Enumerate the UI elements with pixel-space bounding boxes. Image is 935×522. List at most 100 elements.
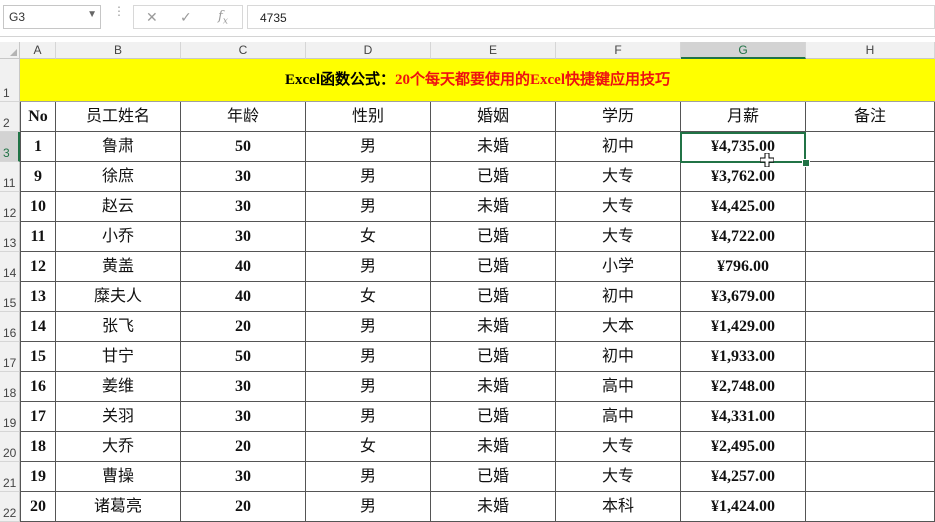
cell-name[interactable]: 小乔 <box>56 222 181 252</box>
row-header-13[interactable]: 13 <box>0 222 20 252</box>
cell-marital[interactable]: 已婚 <box>431 402 556 432</box>
column-header-f[interactable]: F <box>556 42 681 59</box>
cell-no[interactable]: 10 <box>20 192 56 222</box>
cell-no[interactable]: 13 <box>20 282 56 312</box>
header-cell-marital[interactable]: 婚姻 <box>431 102 556 132</box>
fill-handle[interactable] <box>802 159 810 167</box>
cell-remarks[interactable] <box>806 462 935 492</box>
cell-name[interactable]: 鲁肃 <box>56 132 181 162</box>
cell-age[interactable]: 50 <box>181 132 306 162</box>
cell-salary[interactable]: ¥4,331.00 <box>681 402 806 432</box>
cell-age[interactable]: 30 <box>181 192 306 222</box>
drag-handle-icon[interactable]: ⋮ <box>113 5 125 17</box>
row-header-20[interactable]: 20 <box>0 432 20 462</box>
cell-age[interactable]: 30 <box>181 402 306 432</box>
cell-gender[interactable]: 男 <box>306 162 431 192</box>
row-header-1[interactable]: 1 <box>0 59 20 102</box>
cell-salary[interactable]: ¥4,257.00 <box>681 462 806 492</box>
cell-marital[interactable]: 未婚 <box>431 492 556 522</box>
cell-no[interactable]: 18 <box>20 432 56 462</box>
header-cell-salary[interactable]: 月薪 <box>681 102 806 132</box>
column-header-d[interactable]: D <box>306 42 431 59</box>
cell-gender[interactable]: 女 <box>306 432 431 462</box>
cell-remarks[interactable] <box>806 252 935 282</box>
cell-marital[interactable]: 未婚 <box>431 432 556 462</box>
cell-salary[interactable]: ¥1,933.00 <box>681 342 806 372</box>
cell-salary[interactable]: ¥1,429.00 <box>681 312 806 342</box>
cell-marital[interactable]: 已婚 <box>431 162 556 192</box>
cell-name[interactable]: 糜夫人 <box>56 282 181 312</box>
cell-no[interactable]: 20 <box>20 492 56 522</box>
cell-gender[interactable]: 男 <box>306 402 431 432</box>
cell-no[interactable]: 1 <box>20 132 56 162</box>
cell-age[interactable]: 20 <box>181 312 306 342</box>
cell-name[interactable]: 赵云 <box>56 192 181 222</box>
cell-remarks[interactable] <box>806 222 935 252</box>
cell-age[interactable]: 40 <box>181 282 306 312</box>
cell-salary[interactable]: ¥4,722.00 <box>681 222 806 252</box>
row-header-11[interactable]: 11 <box>0 162 20 192</box>
row-header-12[interactable]: 12 <box>0 192 20 222</box>
cell-age[interactable]: 30 <box>181 162 306 192</box>
cell-name[interactable]: 关羽 <box>56 402 181 432</box>
cell-age[interactable]: 30 <box>181 462 306 492</box>
cell-education[interactable]: 初中 <box>556 132 681 162</box>
row-header-15[interactable]: 15 <box>0 282 20 312</box>
cell-remarks[interactable] <box>806 132 935 162</box>
cell-salary[interactable]: ¥2,748.00 <box>681 372 806 402</box>
cell-remarks[interactable] <box>806 372 935 402</box>
cell-remarks[interactable] <box>806 342 935 372</box>
cell-marital[interactable]: 未婚 <box>431 372 556 402</box>
row-header-2[interactable]: 2 <box>0 102 20 132</box>
cell-education[interactable]: 高中 <box>556 372 681 402</box>
cell-education[interactable]: 本科 <box>556 492 681 522</box>
cancel-icon[interactable]: ✕ <box>146 9 158 26</box>
cell-age[interactable]: 20 <box>181 432 306 462</box>
cell-marital[interactable]: 已婚 <box>431 252 556 282</box>
cell-gender[interactable]: 女 <box>306 282 431 312</box>
select-all-button[interactable] <box>0 42 20 59</box>
column-header-a[interactable]: A <box>20 42 56 59</box>
cell-name[interactable]: 甘宁 <box>56 342 181 372</box>
cell-salary[interactable]: ¥2,495.00 <box>681 432 806 462</box>
cell-education[interactable]: 初中 <box>556 342 681 372</box>
row-header-17[interactable]: 17 <box>0 342 20 372</box>
row-header-3[interactable]: 3 <box>0 132 20 162</box>
cell-age[interactable]: 30 <box>181 222 306 252</box>
cell-remarks[interactable] <box>806 402 935 432</box>
header-cell-gender[interactable]: 性别 <box>306 102 431 132</box>
cell-name[interactable]: 徐庶 <box>56 162 181 192</box>
row-header-14[interactable]: 14 <box>0 252 20 282</box>
title-cell[interactable]: Excel函数公式：20个每天都要使用的Excel快捷键应用技巧 <box>20 59 935 102</box>
cell-marital[interactable]: 已婚 <box>431 282 556 312</box>
cell-gender[interactable]: 男 <box>306 462 431 492</box>
cell-name[interactable]: 黄盖 <box>56 252 181 282</box>
cell-gender[interactable]: 男 <box>306 312 431 342</box>
row-header-19[interactable]: 19 <box>0 402 20 432</box>
cell-name[interactable]: 曹操 <box>56 462 181 492</box>
cell-education[interactable]: 大专 <box>556 222 681 252</box>
row-header-22[interactable]: 22 <box>0 492 20 522</box>
column-header-b[interactable]: B <box>56 42 181 59</box>
cell-no[interactable]: 19 <box>20 462 56 492</box>
cell-gender[interactable]: 男 <box>306 342 431 372</box>
cell-marital[interactable]: 未婚 <box>431 312 556 342</box>
cell-marital[interactable]: 未婚 <box>431 192 556 222</box>
cell-no[interactable]: 11 <box>20 222 56 252</box>
row-header-16[interactable]: 16 <box>0 312 20 342</box>
cell-no[interactable]: 14 <box>20 312 56 342</box>
cell-salary[interactable]: ¥3,679.00 <box>681 282 806 312</box>
fx-icon[interactable]: fx <box>218 9 228 27</box>
row-header-21[interactable]: 21 <box>0 462 20 492</box>
header-cell-remarks[interactable]: 备注 <box>806 102 935 132</box>
cell-gender[interactable]: 男 <box>306 372 431 402</box>
cell-age[interactable]: 50 <box>181 342 306 372</box>
cell-marital[interactable]: 已婚 <box>431 222 556 252</box>
name-box[interactable]: G3 ▼ <box>3 5 101 29</box>
cell-remarks[interactable] <box>806 432 935 462</box>
cell-age[interactable]: 30 <box>181 372 306 402</box>
cell-remarks[interactable] <box>806 282 935 312</box>
chevron-down-icon[interactable]: ▼ <box>87 9 97 20</box>
column-header-h[interactable]: H <box>806 42 935 59</box>
cell-age[interactable]: 40 <box>181 252 306 282</box>
